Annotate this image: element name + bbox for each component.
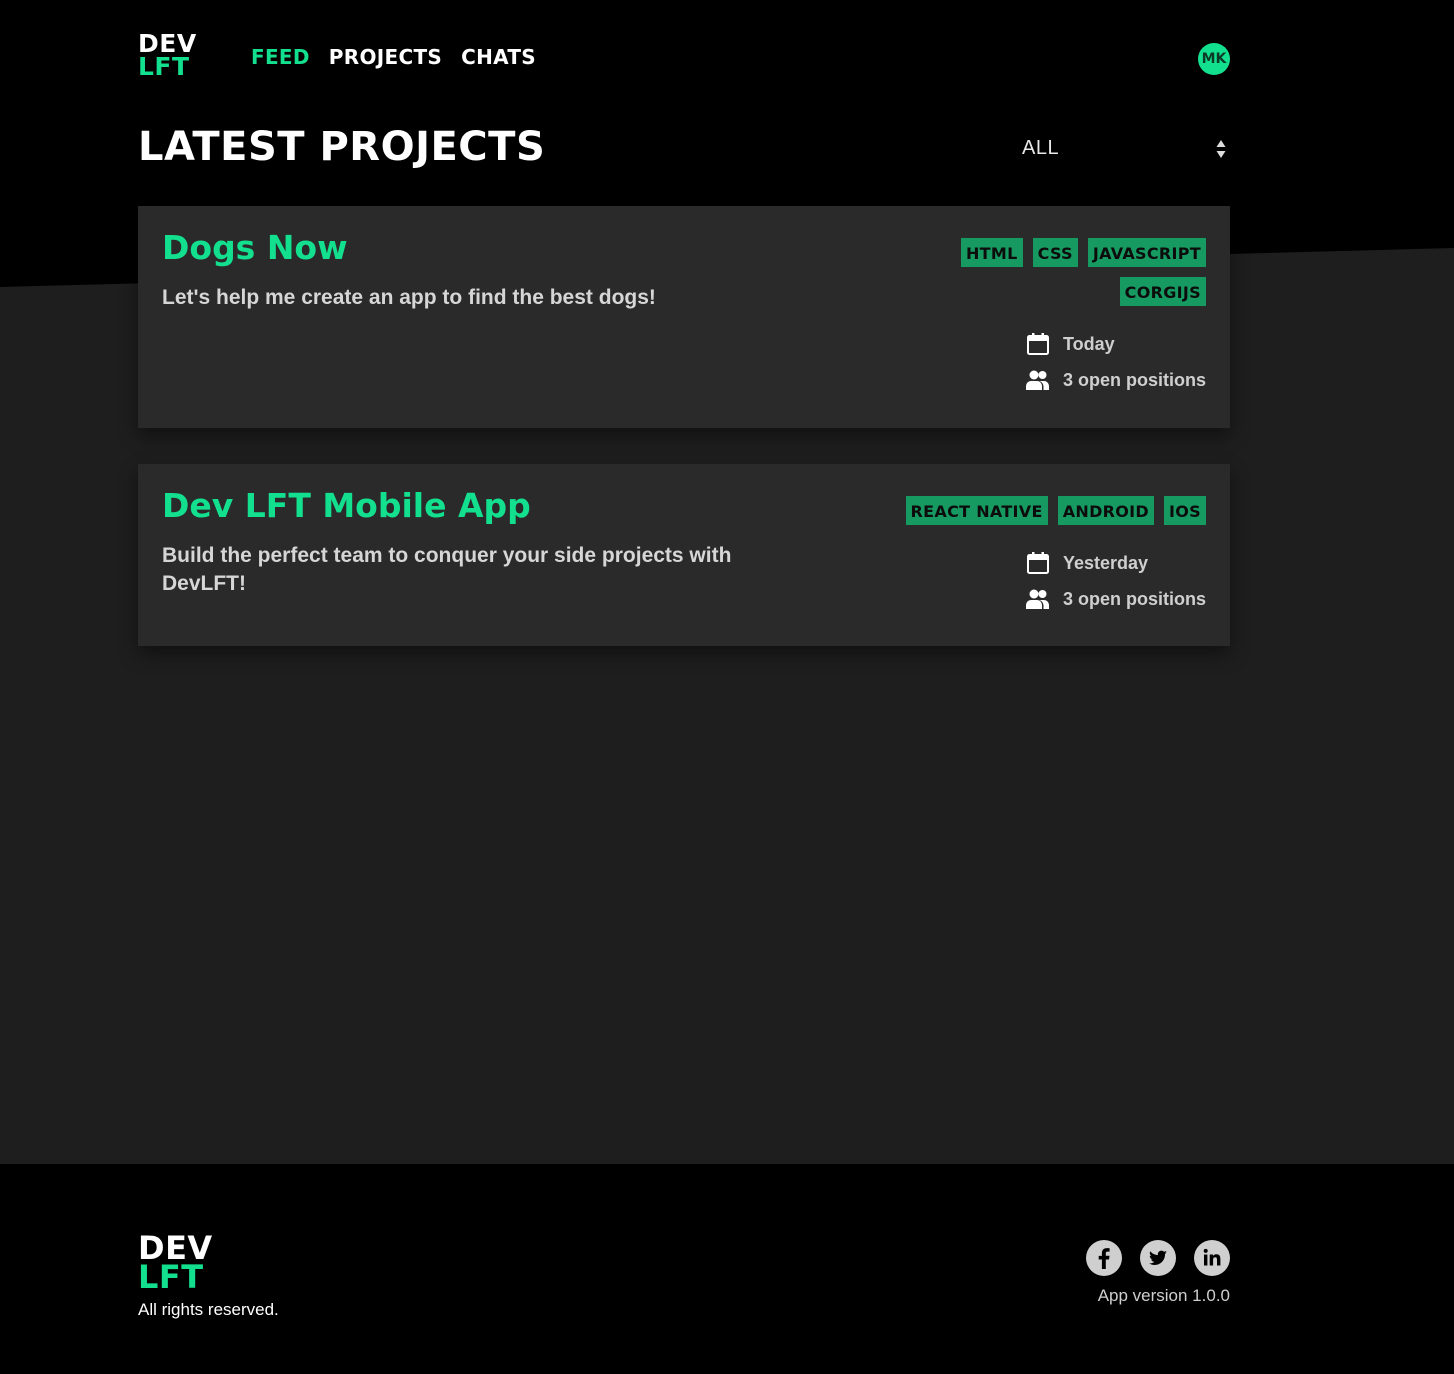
project-description: Build the perfect team to conquer your s… [162, 544, 732, 595]
user-avatar[interactable]: MK [1198, 43, 1230, 75]
project-title[interactable]: Dogs Now [162, 228, 348, 267]
project-tags: HTML CSS JAVASCRIPT CORGIJS [876, 238, 1206, 306]
project-card[interactable]: Dev LFT Mobile App Build the perfect tea… [138, 464, 1230, 646]
page-footer: DEV LFT All rights reserved. App version… [0, 1164, 1454, 1374]
select-arrows-icon [1216, 140, 1226, 158]
social-links [1086, 1240, 1230, 1276]
top-header: DEV LFT FEED PROJECTS CHATS MK [138, 31, 1230, 88]
nav-item-chats[interactable]: CHATS [461, 45, 536, 69]
project-date: Today [1063, 333, 1115, 354]
tag-react-native[interactable]: REACT NATIVE [905, 496, 1048, 525]
calendar-icon [1026, 332, 1050, 356]
project-positions-row: 3 open positions [1026, 587, 1206, 611]
linkedin-icon[interactable] [1194, 1240, 1230, 1276]
project-title[interactable]: Dev LFT Mobile App [162, 486, 531, 525]
users-icon [1026, 587, 1050, 611]
nav-item-projects[interactable]: PROJECTS [329, 45, 442, 69]
filter-selected-value: ALL [1022, 137, 1060, 159]
project-meta: Today 3 open positions [1026, 332, 1206, 404]
project-date-row: Yesterday [1026, 551, 1206, 575]
project-card[interactable]: Dogs Now Let's help me create an app to … [138, 206, 1230, 428]
footer-logo[interactable]: DEV LFT [138, 1232, 213, 1297]
tag-javascript[interactable]: JAVASCRIPT [1087, 238, 1206, 267]
tag-android[interactable]: ANDROID [1057, 496, 1155, 525]
brand-logo[interactable]: DEV LFT [138, 31, 197, 81]
nav-item-feed[interactable]: FEED [251, 45, 310, 69]
tag-ios[interactable]: IOS [1164, 496, 1206, 525]
project-filter-select[interactable]: ALL [1022, 132, 1230, 166]
footer-rights: All rights reserved. [138, 1300, 279, 1319]
twitter-icon[interactable] [1140, 1240, 1176, 1276]
tag-corgijs[interactable]: CORGIJS [1119, 277, 1206, 306]
main-nav: FEED PROJECTS CHATS [251, 45, 536, 69]
calendar-icon [1026, 551, 1050, 575]
project-date-row: Today [1026, 332, 1206, 356]
tag-html[interactable]: HTML [960, 238, 1023, 267]
users-icon [1026, 368, 1050, 392]
project-positions-row: 3 open positions [1026, 368, 1206, 392]
page-title: LATEST PROJECTS [138, 124, 546, 170]
project-positions: 3 open positions [1063, 369, 1207, 390]
app-version: App version 1.0.0 [1097, 1286, 1230, 1305]
project-positions: 3 open positions [1063, 588, 1207, 609]
project-description: Let's help me create an app to find the … [162, 286, 656, 309]
project-meta: Yesterday 3 open positions [1026, 551, 1206, 623]
logo-line-lft: LFT [138, 52, 190, 81]
tag-css[interactable]: CSS [1032, 238, 1078, 267]
facebook-icon[interactable] [1086, 1240, 1122, 1276]
project-date: Yesterday [1063, 552, 1149, 573]
logo-line-lft: LFT [138, 1258, 204, 1297]
project-tags: REACT NATIVE ANDROID IOS [876, 496, 1206, 525]
page: DEV LFT FEED PROJECTS CHATS MK LATEST PR… [0, 0, 1454, 1374]
